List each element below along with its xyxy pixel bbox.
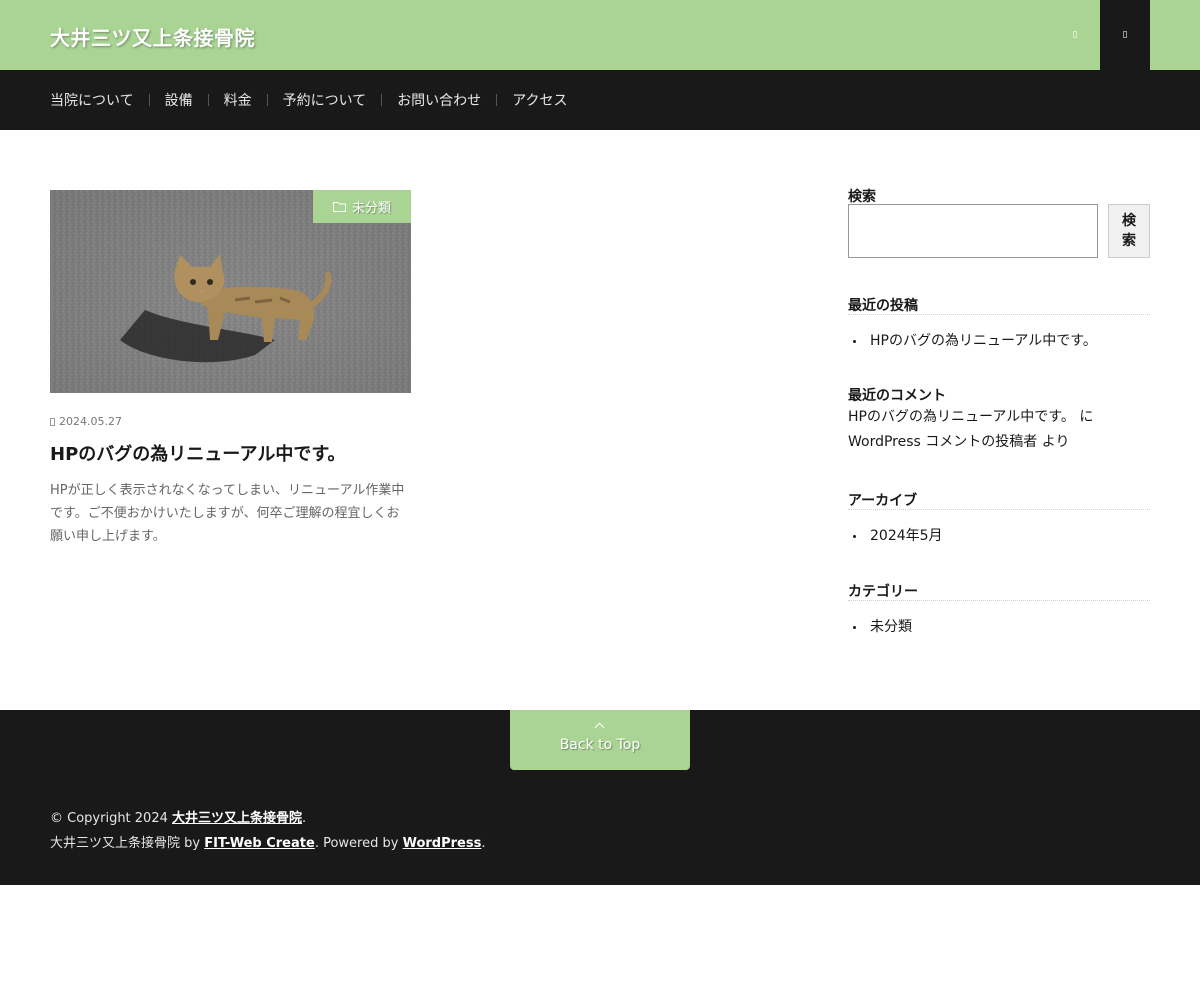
nav-list: 当院について 設備 料金 予約について お問い合わせ アクセス: [50, 70, 568, 130]
end-period: .: [481, 836, 486, 851]
nav-item-contact[interactable]: お問い合わせ: [397, 90, 481, 110]
fit-web-link[interactable]: FIT-Web Create: [204, 836, 315, 851]
category-badge[interactable]: 未分類: [312, 190, 411, 223]
nav-item-about[interactable]: 当院について: [50, 90, 134, 110]
site-footer: Back to Top © Copyright 2024 大井三ツ又上条接骨院.…: [0, 710, 1200, 885]
list-item: HPのバグの為リニューアル中です。: [848, 331, 1150, 351]
copyright-prefix: © Copyright 2024: [50, 811, 173, 826]
nav-label: 料金: [223, 93, 252, 109]
post-card: 未分類 2024.05.27 HPのバグの為リニューアル中です。 HPが正しく表…: [50, 190, 411, 548]
post-date: 2024.05.27: [50, 415, 411, 428]
widget-title: カテゴリー: [848, 584, 1150, 601]
widget-title: アーカイブ: [848, 493, 1150, 510]
back-to-top-label: Back to Top: [559, 737, 641, 753]
search-button[interactable]: 検索: [1108, 204, 1150, 258]
nav-label: 当院について: [50, 93, 134, 109]
nav-item-equipment[interactable]: 設備: [165, 90, 193, 110]
nav-label: 設備: [164, 93, 193, 109]
category-label: 未分類: [351, 201, 391, 216]
back-to-top-button[interactable]: Back to Top: [510, 710, 690, 770]
search-icon[interactable]: ▯: [1050, 0, 1100, 70]
recent-comments-widget: 最近のコメント HPのバグの為リニューアル中です。 に WordPress コメ…: [848, 388, 1150, 455]
wordpress-link[interactable]: WordPress: [403, 836, 482, 851]
comment-line-2: WordPress コメントの投稿者 より: [848, 434, 1070, 450]
post-excerpt: HPが正しく表示されなくなってしまい、リニューアル作業中です。ご不便おかけいたし…: [50, 483, 405, 545]
footer-copyright: © Copyright 2024 大井三ツ又上条接骨院. 大井三ツ又上条接骨院 …: [50, 806, 485, 856]
nav-divider: [148, 94, 150, 106]
menu-icon[interactable]: ▯: [1100, 0, 1150, 70]
categories-widget: カテゴリー 未分類: [848, 584, 1150, 643]
nav-label: アクセス: [512, 93, 568, 109]
nav-divider: [496, 94, 498, 106]
chevron-up-icon: [594, 722, 605, 733]
recent-posts-widget: 最近の投稿 HPのバグの為リニューアル中です。: [848, 298, 1150, 357]
site-header: 大井三ツ又上条接骨院 ▯ ▯: [0, 0, 1200, 70]
sidebar: 検索 検索 最近の投稿 HPのバグの為リニューアル中です。 最近のコメント HP…: [848, 188, 1150, 635]
category-link[interactable]: 未分類: [870, 617, 912, 637]
widget-title: 最近の投稿: [848, 298, 1150, 315]
powered-by-text: . Powered by: [314, 836, 403, 851]
nav-item-reservation[interactable]: 予約について: [283, 90, 367, 110]
recent-post-link[interactable]: HPのバグの為リニューアル中です。: [870, 331, 1097, 351]
nav-item-fees[interactable]: 料金: [224, 90, 252, 110]
search-widget: 検索: [848, 204, 1150, 260]
nav-item-access[interactable]: アクセス: [512, 90, 567, 110]
copyright-period: .: [302, 811, 307, 826]
nav-divider: [381, 94, 383, 106]
list-item: 2024年5月: [848, 526, 1150, 546]
archive-link[interactable]: 2024年5月: [870, 526, 943, 546]
nav-label: 予約について: [282, 93, 367, 109]
nav-divider: [207, 94, 209, 106]
folder-icon: [332, 201, 346, 212]
clock-icon: [50, 417, 55, 426]
post-thumbnail[interactable]: 未分類: [50, 190, 411, 393]
post-date-text: 2024.05.27: [59, 415, 122, 428]
widget-title: 最近のコメント: [848, 388, 946, 404]
archives-widget: アーカイブ 2024年5月: [848, 493, 1150, 552]
post-title[interactable]: HPのバグの為リニューアル中です。: [50, 442, 411, 467]
list-item: 未分類: [848, 617, 1150, 637]
nav-divider: [266, 94, 268, 106]
search-input[interactable]: [848, 204, 1098, 258]
credit-prefix: 大井三ツ又上条接骨院 by: [50, 836, 205, 851]
nav-label: お問い合わせ: [397, 93, 482, 109]
footer-site-link[interactable]: 大井三ツ又上条接骨院: [172, 811, 302, 826]
comment-line-1[interactable]: HPのバグの為リニューアル中です。 に: [848, 405, 1150, 430]
global-nav: 当院について 設備 料金 予約について お問い合わせ アクセス: [0, 70, 1200, 130]
site-title[interactable]: 大井三ツ又上条接骨院: [50, 22, 255, 51]
